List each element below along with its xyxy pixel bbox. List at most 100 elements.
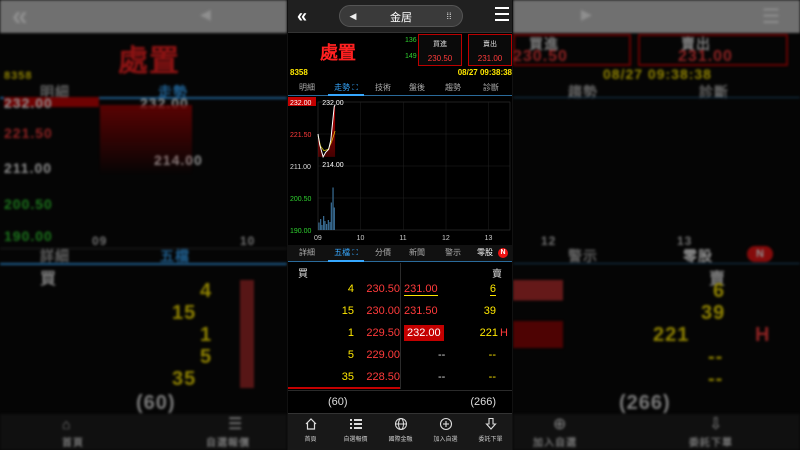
bid-volume-bar — [288, 387, 400, 389]
volume-bar — [326, 224, 328, 230]
bid-total: (60) — [328, 396, 348, 408]
right-nav-order: 委託下單 — [689, 438, 733, 449]
ask-price: 231.50 — [404, 305, 438, 317]
ask-qty: -- — [488, 349, 496, 361]
orderbook-row[interactable]: 15 230.00 231.50 39 — [288, 301, 512, 323]
left-list-icon: ☰ — [228, 416, 243, 433]
left-ytick-1: 232.00 — [4, 95, 53, 111]
nav-place-order-label: 委託下單 — [478, 437, 503, 443]
tab-trend[interactable]: 走勢 ⛶ — [326, 82, 366, 93]
bid-header: 買 — [298, 269, 308, 280]
left-buy-header: 買 — [40, 271, 58, 288]
tab-tendency[interactable]: 趨勢 — [438, 82, 468, 93]
nav-add-watch[interactable]: 加入自選 — [423, 417, 468, 443]
globe-icon — [394, 418, 407, 430]
orderbook-totals: (60) (266) — [288, 390, 512, 412]
volume-bar — [330, 202, 332, 230]
nav-place-order[interactable]: 委託下單 — [468, 417, 512, 443]
menu-icon[interactable] — [495, 7, 509, 21]
right-sell-price: 231.00 — [678, 48, 733, 65]
back-double-chevron-icon[interactable]: « — [291, 4, 313, 28]
left-ytick-2: 221.50 — [4, 125, 53, 141]
bid-qty: 35 — [341, 371, 354, 383]
sell-quote-box[interactable]: 賣出 231.00 — [468, 34, 512, 66]
volume-bar — [318, 222, 320, 230]
nav-home-label: 首頁 — [304, 437, 317, 443]
left-nav-home: 首頁 — [62, 438, 84, 449]
buy-volume: 136 — [405, 37, 417, 44]
stock-switcher[interactable]: ◀ 金居 ⁞⁞ — [339, 5, 463, 27]
home-icon — [305, 418, 316, 430]
x-tick-label: 11 — [399, 235, 406, 242]
top-nav-bar: « ◀ 金居 ⁞⁞ — [288, 0, 512, 33]
new-badge: N — [498, 248, 508, 258]
buy-label: 買進 — [433, 41, 447, 48]
arrow-right-icon: ▶ — [581, 6, 592, 22]
right-tab-trend: 趨勢 — [568, 84, 598, 100]
nav-watchlist-label: 自選報價 — [343, 437, 368, 443]
left-ytick-3: 211.00 — [4, 160, 53, 176]
bid-qty: 15 — [341, 305, 354, 317]
ask-qty: 6 — [489, 283, 496, 296]
nav-watchlist[interactable]: 自選報價 — [333, 417, 378, 443]
orderbook-row[interactable]: 35 228.50 -- -- — [288, 367, 512, 389]
ask-qty: 39 — [483, 305, 496, 317]
right-xtick-1: 12 — [541, 234, 557, 248]
right-tab-diag: 診斷 — [699, 84, 729, 100]
double-chevron-left-icon: « — [12, 0, 28, 31]
tab-more[interactable]: 詳細 — [292, 247, 322, 258]
right-flag: H — [755, 324, 771, 346]
ask-header: 賣 — [492, 269, 502, 280]
tab-after-hours[interactable]: 盤後 — [402, 82, 432, 93]
ask-price: -- — [438, 349, 446, 361]
bid-qty: 1 — [347, 327, 354, 339]
left-xtick-1: 09 — [92, 234, 108, 248]
right-qty-2: 39 — [701, 302, 726, 324]
expand-icon[interactable]: ⛶ — [352, 248, 358, 257]
right-qty-1: 6 — [713, 280, 726, 302]
next-stock-grid-icon[interactable]: ⁞⁞ — [442, 9, 456, 23]
chart-tabs: 明細 走勢 ⛶ 技術 盤後 趨勢 診斷 — [288, 80, 512, 96]
ask-price: 231.00 — [404, 283, 438, 296]
tab-news[interactable]: 新聞 — [402, 247, 432, 258]
nav-home[interactable]: 首頁 — [288, 417, 333, 443]
orderbook-row[interactable]: 4 230.50 231.00 6 — [288, 279, 512, 301]
y-tick-label: 211.00 — [290, 164, 311, 171]
tab-technical[interactable]: 技術 — [368, 82, 398, 93]
right-background-panel: ▶ ☰ 買進 賣出 230.50 231.00 08/27 09:38:38 趨… — [513, 0, 800, 450]
sell-volume: 149 — [405, 53, 417, 60]
expand-icon[interactable]: ⛶ — [352, 83, 358, 92]
tab-diagnosis[interactable]: 診斷 — [476, 82, 506, 93]
tab-five-levels[interactable]: 五檔 ⛶ — [326, 247, 366, 258]
buy-price: 230.50 — [427, 54, 453, 63]
bid-price: 230.00 — [366, 305, 400, 317]
orderbook-row[interactable]: 5 229.00 -- -- — [288, 345, 512, 367]
intraday-trend-chart[interactable]: 232.00 221.50 211.00 200.50 190.0009 10 11 12 13… — [288, 96, 513, 244]
x-tick-label: 09 — [314, 235, 322, 242]
left-home-icon: ⌂ — [62, 416, 71, 432]
tab-detail[interactable]: 明細 — [292, 82, 322, 93]
right-nav-add: 加入自選 — [533, 438, 577, 449]
tab-alerts[interactable]: 警示 — [438, 247, 468, 258]
y-tick-label: 221.50 — [290, 132, 312, 139]
volume-bar — [321, 225, 323, 230]
left-ytick-4: 200.50 — [4, 196, 53, 212]
tab-price-distribution[interactable]: 分價 — [368, 247, 398, 258]
sell-label: 賣出 — [483, 41, 497, 48]
arrow-left-icon: ◀ — [200, 6, 211, 22]
orderbook-row[interactable]: 1 229.50 232.00 221 H — [288, 323, 512, 345]
right-buy-price: 230.50 — [513, 48, 568, 65]
info-bar: 8358 08/27 09:38:38 — [288, 67, 512, 78]
buy-quote-box[interactable]: 買進 230.50 — [418, 34, 462, 66]
left-qty-3: 1 — [200, 324, 213, 346]
bid-qty: 4 — [347, 283, 354, 295]
nav-global[interactable]: 國際金融 — [378, 417, 423, 443]
tab-odd-lot[interactable]: 零股 — [470, 247, 500, 258]
orderbook-tabs: 詳細 五檔 ⛶ 分價 新聞 警示 零股 N — [288, 245, 512, 262]
ask-qty: -- — [488, 371, 496, 383]
bid-price: 228.50 — [366, 371, 400, 383]
ask-total: (266) — [470, 396, 496, 408]
bid-price: 229.00 — [366, 349, 400, 361]
volume-bar — [320, 219, 322, 230]
x-tick-label: 13 — [485, 235, 493, 242]
